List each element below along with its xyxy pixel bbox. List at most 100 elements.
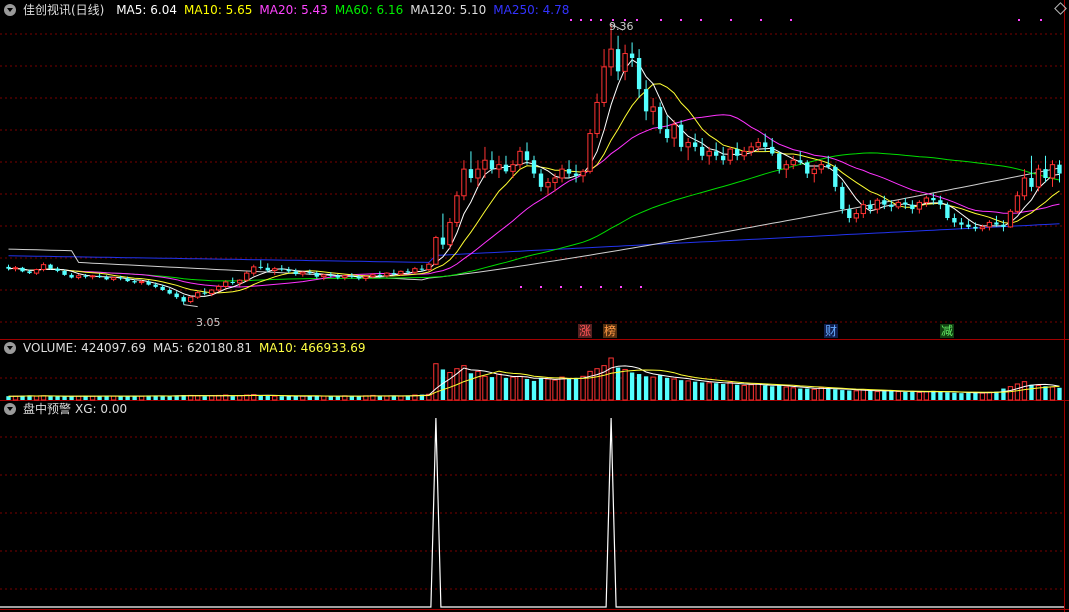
candle-body (923, 197, 930, 203)
candle-body (531, 160, 537, 174)
volume-bar (538, 377, 544, 400)
candle-body (118, 277, 123, 279)
candle-body (664, 129, 670, 138)
volume-bar (202, 396, 207, 400)
candle-body (657, 106, 663, 130)
candle-body (1001, 224, 1006, 227)
candle-body (503, 164, 509, 172)
volume-bar (517, 375, 523, 401)
volume-bar (714, 383, 719, 400)
collapse-icon[interactable] (4, 4, 16, 16)
candle-body (805, 162, 810, 174)
candle-body (524, 151, 530, 161)
candle-body (405, 271, 411, 273)
candle-body (286, 269, 291, 272)
collapse-icon[interactable] (4, 342, 16, 354)
signal-dot (620, 286, 622, 288)
volume-bar (545, 378, 551, 401)
volume-bar (966, 392, 971, 400)
volume-bar (748, 384, 754, 401)
volume-bar (735, 384, 740, 400)
volume-bar (279, 396, 284, 400)
candle-body (377, 274, 383, 276)
candle-body (125, 278, 130, 282)
candle-body (573, 173, 579, 176)
ma5-line (8, 59, 1060, 297)
candle-body (412, 268, 418, 273)
candle-body (258, 266, 263, 268)
candle-body (903, 202, 908, 205)
ma-legend-item: MA120: 5.10 (410, 3, 487, 17)
candle-body (1035, 168, 1042, 188)
volume-bar (938, 391, 943, 400)
volume-bar (594, 368, 600, 401)
volume-bar (657, 375, 663, 400)
candle-body (601, 66, 607, 103)
volume-bar (777, 385, 782, 400)
volume-bar (868, 390, 873, 400)
volume-bar (882, 391, 887, 400)
candle-body (916, 201, 923, 210)
candle-body (1014, 195, 1021, 212)
collapse-icon[interactable] (4, 403, 16, 415)
candle-body (110, 277, 117, 280)
volume-bar (770, 386, 775, 400)
volume-bar (1049, 386, 1056, 401)
volume-bar (573, 377, 579, 400)
volume-bar (125, 396, 130, 400)
volume-bar (699, 382, 705, 400)
kline-chart[interactable] (0, 0, 1069, 612)
candle-body (27, 271, 32, 274)
candle-body (721, 155, 726, 161)
candle-body (552, 177, 558, 183)
signal-dot (640, 286, 642, 288)
ma120-line (8, 167, 1060, 281)
event-badge-bang[interactable]: 榜 (603, 324, 618, 338)
candle-body (685, 141, 691, 148)
candle-body (636, 58, 642, 90)
volume-bar (118, 396, 123, 400)
volume-bar (307, 396, 312, 400)
candle-body (335, 275, 340, 278)
candle-body (629, 53, 635, 58)
candle-body (174, 293, 179, 298)
volume-bar (678, 380, 684, 400)
low-marker (183, 304, 198, 308)
candle-body (566, 169, 572, 174)
ma-legend-item: MA20: 5.43 (259, 3, 328, 17)
volume-bar (721, 383, 726, 400)
volume-bar (1021, 381, 1028, 401)
candle-body (475, 168, 481, 179)
candle-body (580, 170, 586, 177)
candle-body (755, 141, 761, 148)
volume-bar (706, 382, 712, 401)
volume-bar (503, 377, 509, 400)
volume-bar (650, 376, 656, 401)
candle-body (230, 282, 235, 283)
candle-body (545, 181, 551, 188)
indicator-header: 盘中预警 XG: 0.00 (4, 401, 134, 417)
xg-label: XG: 0.00 (75, 402, 128, 416)
signal-dot (760, 19, 762, 21)
candle-body (419, 268, 425, 270)
candle-body (482, 159, 488, 170)
volume-bar (783, 386, 789, 401)
volume-bar (755, 383, 761, 401)
volume-bar (580, 375, 586, 401)
high-price-label: 9.36 (609, 20, 634, 33)
event-badge-zhang[interactable]: 涨 (578, 324, 593, 338)
volume-bar (524, 379, 530, 400)
volume-bar (110, 395, 117, 401)
event-badge-cai[interactable]: 财 (824, 324, 839, 338)
event-badge-jian[interactable]: 减 (940, 324, 955, 338)
candle-body (468, 169, 474, 178)
candle-body (132, 281, 137, 283)
volume-bar (237, 395, 243, 401)
volume-bar (790, 387, 796, 401)
candle-body (244, 272, 250, 281)
signal-dot (580, 286, 582, 288)
volume-bar (265, 395, 270, 400)
candle-body (895, 201, 902, 208)
candle-body (370, 274, 376, 278)
volume-bar (952, 392, 957, 400)
